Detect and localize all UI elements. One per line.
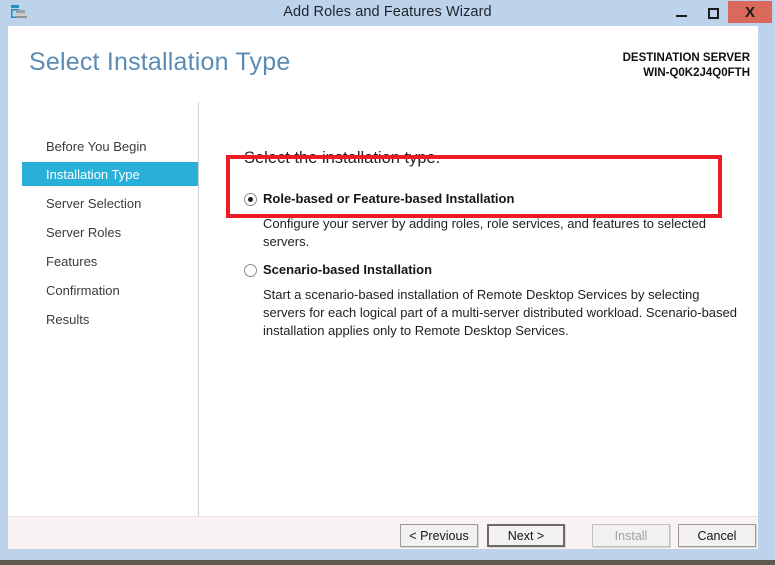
sidebar-item-label: Installation Type	[46, 166, 140, 182]
sidebar-item-server-selection[interactable]: Server Selection	[22, 191, 198, 215]
cancel-button-label: Cancel	[697, 528, 737, 543]
maximize-button[interactable]	[698, 0, 728, 26]
screenshot-root: Add Roles and Features Wizard X Select I…	[0, 0, 775, 565]
close-button[interactable]: X	[728, 1, 772, 23]
sidebar-item-label: Server Roles	[46, 224, 122, 240]
sidebar-item-server-roles[interactable]: Server Roles	[22, 220, 198, 244]
sidebar-item-label: Confirmation	[46, 282, 120, 298]
next-button[interactable]: Next >	[487, 524, 565, 547]
destination-server-block: DESTINATION SERVER WIN-Q0K2J4Q0FTH	[623, 51, 750, 81]
sidebar-item-results[interactable]: Results	[22, 307, 198, 331]
wizard-window: Add Roles and Features Wizard X Select I…	[0, 0, 775, 560]
page-header: Select Installation Type DESTINATION SER…	[8, 26, 758, 102]
previous-button[interactable]: < Previous	[400, 524, 478, 547]
page-title: Select Installation Type	[29, 48, 291, 76]
install-button-label: Install	[614, 528, 648, 543]
destination-server-name: WIN-Q0K2J4Q0FTH	[643, 67, 750, 79]
destination-server-label: DESTINATION SERVER	[622, 52, 750, 64]
sidebar-item-before-you-begin[interactable]: Before You Begin	[22, 134, 198, 158]
option-label: Role-based or Feature-based Installation	[263, 191, 515, 206]
close-icon: X	[744, 3, 755, 21]
cancel-button[interactable]: Cancel	[678, 524, 756, 547]
content-heading: Select the installation type.	[244, 149, 441, 167]
radio-role-based-installation[interactable]	[244, 193, 257, 206]
option-description: Start a scenario-based installation of R…	[263, 287, 737, 338]
wizard-content: Select the installation type. Role-based…	[199, 102, 758, 516]
minimize-button[interactable]	[666, 0, 696, 26]
wizard-nav-sidebar: Before You Begin Installation Type Serve…	[8, 102, 198, 516]
wizard-footer: < Previous Next > Install Cancel	[8, 516, 758, 549]
previous-button-label: < Previous	[409, 528, 469, 543]
sidebar-item-label: Features	[46, 253, 98, 269]
radio-scenario-based-installation[interactable]	[244, 264, 257, 277]
desktop-background-strip	[0, 560, 775, 565]
install-button: Install	[592, 524, 670, 547]
page-body: Before You Begin Installation Type Serve…	[8, 102, 758, 516]
title-bar[interactable]: Add Roles and Features Wizard X	[0, 0, 775, 26]
wizard-page: Select Installation Type DESTINATION SER…	[8, 26, 758, 549]
sidebar-item-installation-type[interactable]: Installation Type	[22, 162, 198, 186]
window-title: Add Roles and Features Wizard	[283, 4, 492, 20]
minimize-icon	[675, 14, 687, 17]
maximize-icon	[707, 7, 719, 19]
next-button-label: Next >	[507, 528, 545, 543]
sidebar-item-confirmation[interactable]: Confirmation	[22, 278, 198, 302]
sidebar-item-features[interactable]: Features	[22, 249, 198, 273]
option-description: Configure your server by adding roles, r…	[263, 216, 706, 249]
sidebar-item-label: Server Selection	[46, 195, 142, 211]
sidebar-item-label: Before You Begin	[46, 138, 147, 154]
sidebar-item-label: Results	[46, 311, 90, 327]
option-label: Scenario-based Installation	[263, 262, 433, 277]
